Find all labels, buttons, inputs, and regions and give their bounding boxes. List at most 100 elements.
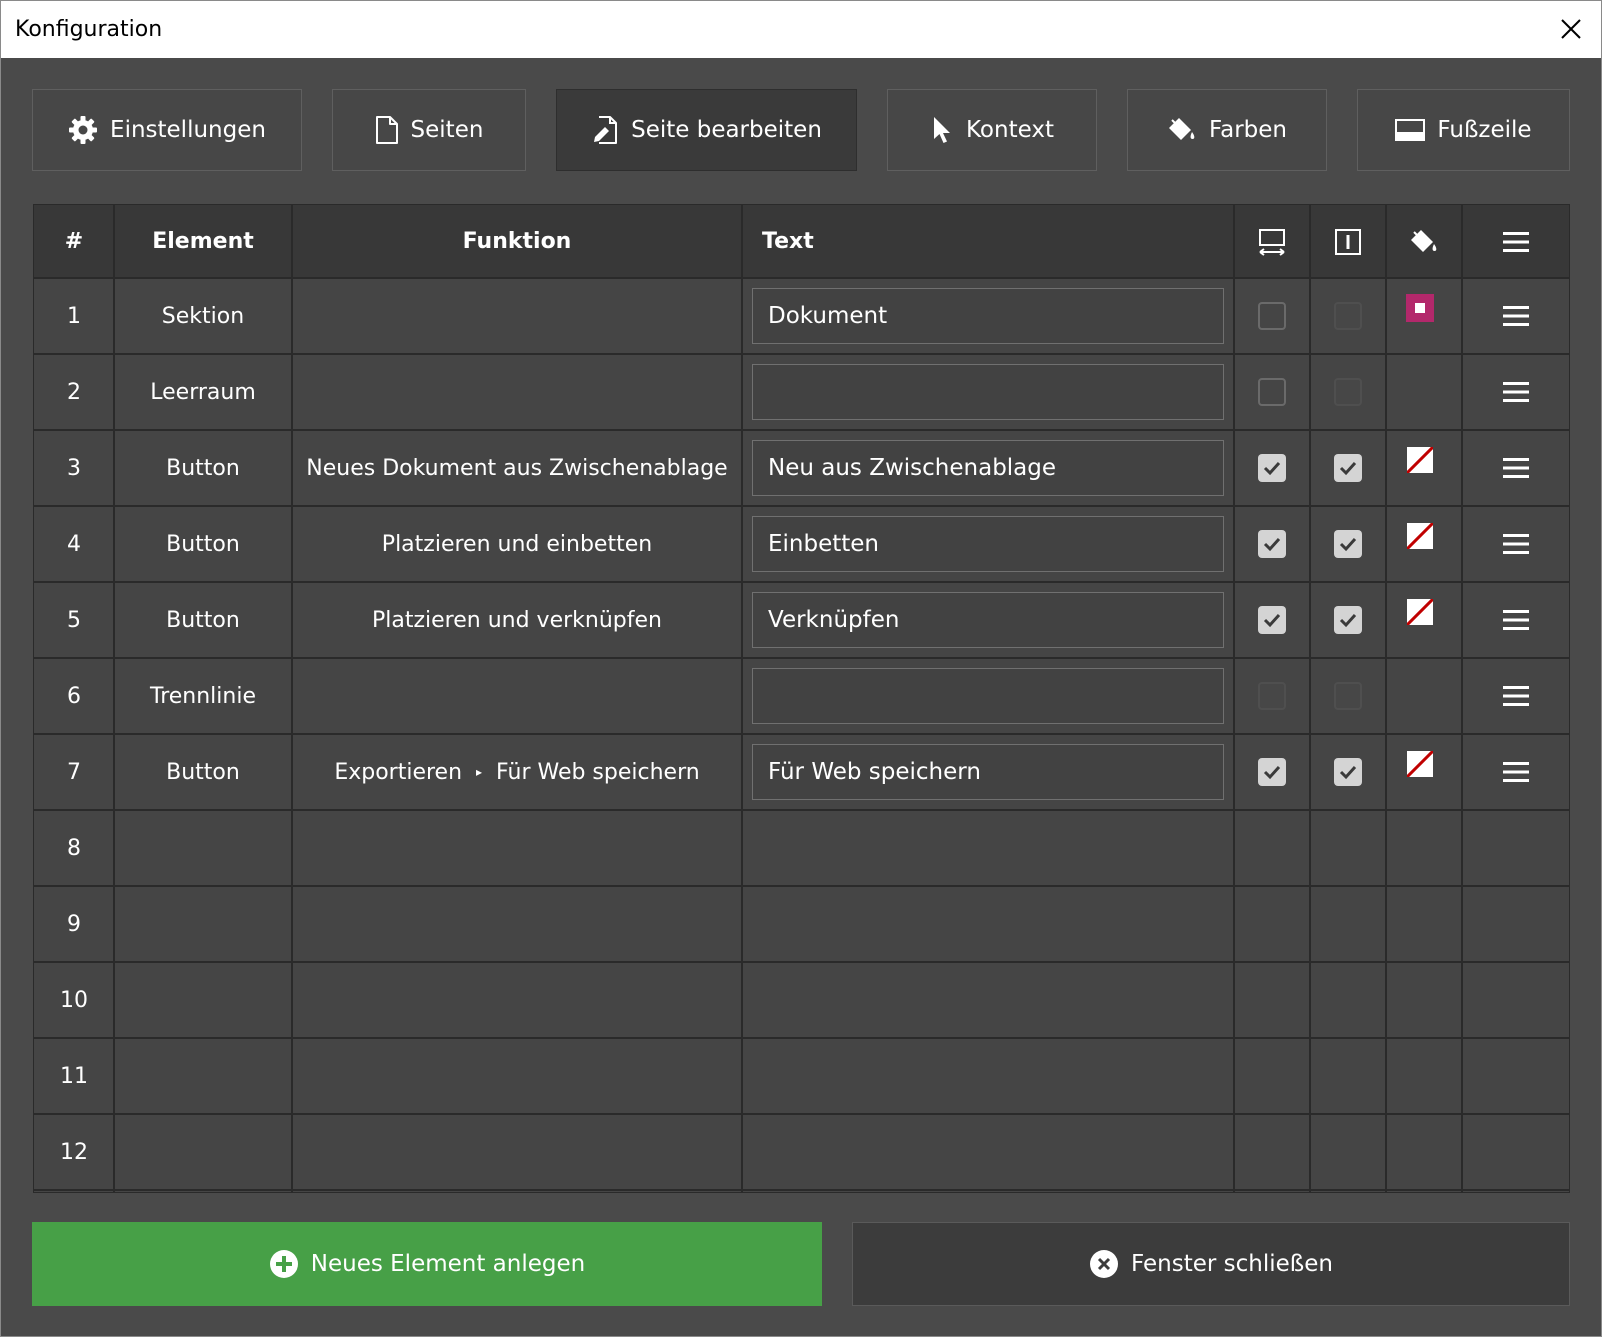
row-number: 8 xyxy=(67,835,81,861)
row-menu-button[interactable] xyxy=(1502,610,1529,630)
close-window-button[interactable]: Fenster schließen xyxy=(852,1222,1570,1306)
menu-icon xyxy=(1502,610,1529,630)
row-funktion: Exportieren ▸ Für Web speichern xyxy=(292,734,742,810)
tab-label: Fußzeile xyxy=(1437,117,1532,143)
checkmark-icon xyxy=(1263,537,1281,552)
row-divider xyxy=(34,429,1569,431)
full-width-checkbox xyxy=(1258,682,1286,710)
row-menu-button[interactable] xyxy=(1502,762,1529,782)
full-width-checkbox[interactable] xyxy=(1258,606,1286,634)
text-input[interactable]: Neu aus Zwischenablage xyxy=(752,440,1224,496)
full-width-checkbox[interactable] xyxy=(1258,378,1286,406)
text-input[interactable]: Für Web speichern xyxy=(752,744,1224,800)
row-divider xyxy=(34,505,1569,507)
row-funktion xyxy=(292,354,742,430)
text-visible-checkbox xyxy=(1334,302,1362,330)
row-funktion: Neues Dokument aus Zwischenablage xyxy=(306,455,728,481)
row-number: 3 xyxy=(67,455,81,481)
table-row: 8 xyxy=(34,810,1569,886)
no-color-swatch[interactable] xyxy=(1407,751,1433,777)
text-input[interactable] xyxy=(752,668,1224,724)
page-icon xyxy=(375,116,398,144)
new-element-button[interactable]: Neues Element anlegen xyxy=(32,1222,822,1306)
checkmark-icon xyxy=(1339,537,1357,552)
header-label: Funktion xyxy=(462,229,572,254)
row-divider xyxy=(34,277,1569,279)
tab-einstellungen[interactable]: Einstellungen xyxy=(32,89,302,171)
full-width-checkbox[interactable] xyxy=(1258,530,1286,558)
header-text: Text xyxy=(742,205,1234,278)
row-funktion: Platzieren und verknüpfen xyxy=(372,607,662,633)
no-color-swatch[interactable] xyxy=(1407,447,1433,473)
menu-icon xyxy=(1502,534,1529,554)
text-input[interactable] xyxy=(752,364,1224,420)
table-row: 7 Button Exportieren ▸ Für Web speichern Für … xyxy=(34,734,1569,810)
header-funktion: Funktion xyxy=(292,205,742,278)
footer-icon xyxy=(1395,119,1426,141)
text-visible-checkbox[interactable] xyxy=(1334,454,1362,482)
checkmark-icon xyxy=(1263,613,1281,628)
text-input[interactable]: Verknüpfen xyxy=(752,592,1224,648)
table-row: 12 xyxy=(34,1114,1569,1190)
row-element: Button xyxy=(166,759,240,785)
row-element: Trennlinie xyxy=(149,683,256,709)
full-width-checkbox[interactable] xyxy=(1258,454,1286,482)
tab-seite-bearbeiten[interactable]: Seite bearbeiten xyxy=(556,89,857,171)
no-color-swatch[interactable] xyxy=(1407,599,1433,625)
header-element: Element xyxy=(114,205,292,278)
row-funktion: Platzieren und einbetten xyxy=(381,531,653,557)
header-num: # xyxy=(34,205,114,278)
close-icon[interactable] xyxy=(1553,11,1589,47)
row-element: Sektion xyxy=(161,303,245,329)
header-color xyxy=(1386,205,1462,278)
tab-farben[interactable]: Farben xyxy=(1127,89,1327,171)
row-menu-button[interactable] xyxy=(1502,382,1529,402)
row-divider xyxy=(34,733,1569,735)
width-icon xyxy=(1259,228,1285,256)
funktion-part: Für Web speichern xyxy=(496,759,700,785)
text-visible-checkbox[interactable] xyxy=(1334,758,1362,786)
row-divider xyxy=(34,885,1569,887)
plus-circle-icon xyxy=(269,1250,298,1278)
row-divider xyxy=(34,581,1569,583)
checkmark-icon xyxy=(1263,765,1281,780)
color-swatch[interactable] xyxy=(1406,294,1434,322)
row-number: 6 xyxy=(67,683,81,709)
table-row: 2 Leerraum xyxy=(34,354,1569,430)
text-input[interactable]: Einbetten xyxy=(752,516,1224,572)
tab-kontext[interactable]: Kontext xyxy=(887,89,1097,171)
row-menu-button[interactable] xyxy=(1502,306,1529,326)
row-funktion xyxy=(292,658,742,734)
table-row: 4 Button Platzieren und einbetten Einbetten xyxy=(34,506,1569,582)
tab-seiten[interactable]: Seiten xyxy=(332,89,526,171)
table-row: 3 Button Neues Dokument aus Zwischenablage… xyxy=(34,430,1569,506)
text-visible-checkbox[interactable] xyxy=(1334,606,1362,634)
row-menu-button[interactable] xyxy=(1502,458,1529,478)
no-color-swatch[interactable] xyxy=(1407,523,1433,549)
no-color-icon xyxy=(1407,447,1433,473)
row-element: Leerraum xyxy=(150,379,256,405)
checkmark-icon xyxy=(1263,461,1281,476)
text-input[interactable]: Dokument xyxy=(752,288,1224,344)
header-label: # xyxy=(64,229,84,254)
header-label: Element xyxy=(152,229,254,254)
text-visible-checkbox[interactable] xyxy=(1334,530,1362,558)
full-width-checkbox[interactable] xyxy=(1258,302,1286,330)
menu-icon xyxy=(1502,231,1529,252)
row-menu-button[interactable] xyxy=(1502,686,1529,706)
full-width-checkbox[interactable] xyxy=(1258,758,1286,786)
row-divider xyxy=(34,961,1569,963)
elements-table: # Element Funktion Text 1 Sektion Dokument 2 L… xyxy=(33,204,1570,1193)
header-width xyxy=(1234,205,1310,278)
row-menu-button[interactable] xyxy=(1502,534,1529,554)
row-divider xyxy=(34,353,1569,355)
menu-icon xyxy=(1502,762,1529,782)
close-window-label: Fenster schließen xyxy=(1131,1251,1333,1277)
tab-fusszeile[interactable]: Fußzeile xyxy=(1357,89,1570,171)
row-element: Button xyxy=(166,531,240,557)
header-text-cursor xyxy=(1310,205,1386,278)
no-color-icon xyxy=(1407,751,1433,777)
paint-bucket-icon xyxy=(1169,118,1195,140)
tab-label: Seiten xyxy=(410,117,484,143)
row-number: 4 xyxy=(67,531,81,557)
